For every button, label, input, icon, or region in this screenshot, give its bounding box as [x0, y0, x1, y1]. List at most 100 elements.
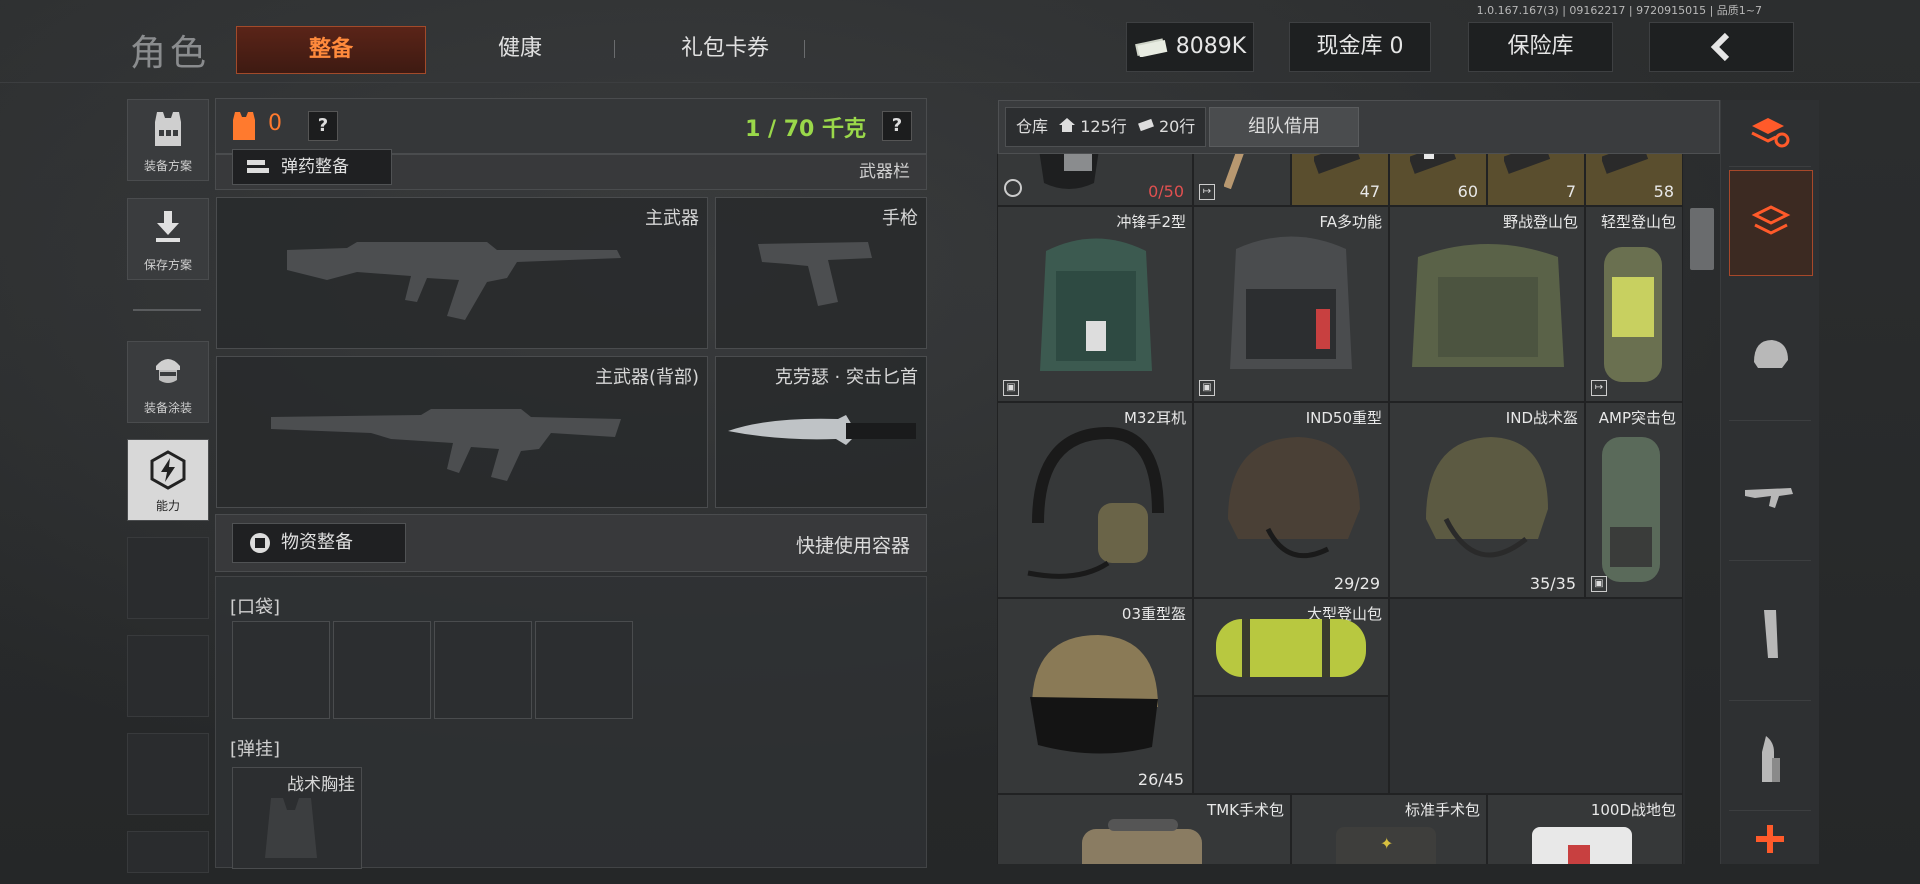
inventory-item[interactable]: M32耳机: [997, 402, 1193, 598]
inventory-item[interactable]: 7: [1487, 154, 1585, 206]
inventory-item[interactable]: 标准手术包 ✦: [1291, 794, 1487, 864]
inventory-item[interactable]: 冲锋手2型 ▣: [997, 206, 1193, 402]
rail-helmets[interactable]: [1729, 290, 1811, 421]
rail-all-items[interactable]: [1729, 170, 1813, 276]
knife-slot[interactable]: 克劳瑟 · 突击匕首: [715, 356, 927, 508]
vest-icon: [155, 112, 181, 146]
page-title: 角色: [130, 33, 211, 74]
rail-weapons[interactable]: [1729, 430, 1811, 561]
sidebar-empty-slot: [127, 733, 209, 815]
inventory-item[interactable]: IND50重型 29/29: [1193, 402, 1389, 598]
item-name: TMK手术包: [1207, 801, 1284, 819]
cash-vault-button[interactable]: 现金库 0: [1289, 22, 1431, 72]
rail-magazines[interactable]: [1729, 570, 1811, 701]
sidebar-empty-slot: [127, 537, 209, 619]
inventory-item[interactable]: 03重型盔 26/45: [997, 598, 1193, 794]
storage-grid: 0/50 ↦ 47 60 7 58 冲锋手2型 ▣ FA多功能 ▣ 野战登山包 …: [997, 154, 1685, 864]
sidebar-item-loadout[interactable]: 装备方案: [127, 99, 209, 181]
ammo-section-header: 弹药整备 武器栏: [215, 149, 927, 190]
inventory-item[interactable]: 47: [1291, 154, 1389, 206]
item-name: 标准手术包: [1404, 801, 1480, 819]
item-count: 47: [1359, 182, 1380, 201]
safe-box-button[interactable]: 保险库: [1468, 22, 1613, 72]
sidebar-empty-slot: [127, 635, 209, 717]
sidebar-divider: [133, 309, 201, 311]
ammo-box-icon: [1410, 154, 1457, 174]
pocket-slot[interactable]: [535, 621, 633, 719]
ammo-section-label: 弹药整备: [281, 157, 349, 177]
rifle-silhouette-icon: [287, 242, 621, 320]
weight-help-button[interactable]: ?: [882, 111, 912, 141]
medkit-icon: ✦: [1336, 827, 1436, 864]
supply-icon: [250, 533, 270, 553]
ability-icon: [150, 450, 186, 490]
primary-back-weapon-slot[interactable]: 主武器(背部): [216, 356, 708, 508]
bullet-icon: [1762, 736, 1780, 782]
primary-weapon-slot[interactable]: 主武器: [216, 197, 708, 349]
item-count: 35/35: [1529, 574, 1576, 593]
pocket-slot[interactable]: [434, 621, 532, 719]
sidebar-item-label: 保存方案: [143, 258, 192, 272]
inventory-item[interactable]: 轻型登山包 ↦: [1585, 206, 1683, 402]
item-tag-icon: ▣: [1591, 576, 1607, 592]
sidebar-empty-slot: [127, 831, 209, 873]
money-display: 8089K: [1126, 22, 1254, 72]
inventory-item[interactable]: 60: [1389, 154, 1487, 206]
item-count: 29/29: [1333, 574, 1380, 593]
inventory-item[interactable]: ↦: [1193, 154, 1291, 206]
pocket-slot[interactable]: [333, 621, 431, 719]
pockets-label: [口袋]: [230, 597, 281, 618]
inventory-item[interactable]: FA多功能 ▣: [1193, 206, 1389, 402]
inventory-item[interactable]: 58: [1585, 154, 1683, 206]
rig-slot[interactable]: 战术胸挂: [232, 767, 362, 869]
supply-section-button[interactable]: 物资整备: [232, 523, 406, 563]
sidebar-item-camo[interactable]: 装备涂装: [127, 341, 209, 423]
storage-info[interactable]: 仓库 125行 20行: [1005, 107, 1207, 147]
ammo-box-icon: [1602, 154, 1649, 174]
weapon-rack-label: 武器栏: [859, 162, 910, 182]
inventory-item[interactable]: 野战登山包: [1389, 206, 1585, 402]
inventory-item[interactable]: 大型登山包: [1193, 598, 1389, 696]
rail-ammo[interactable]: [1729, 710, 1811, 811]
inventory-item[interactable]: TMK手术包: [997, 794, 1291, 864]
back-button[interactable]: [1649, 22, 1794, 72]
item-count: 58: [1653, 182, 1674, 201]
inventory-item[interactable]: 0/50: [997, 154, 1193, 206]
item-count: 26/45: [1137, 770, 1184, 789]
inventory-item[interactable]: 100D战地包: [1487, 794, 1683, 864]
sidebar-item-ability[interactable]: 能力: [127, 439, 209, 521]
ammo-box-icon: [1504, 154, 1551, 174]
cash-icon: [1134, 38, 1168, 57]
chest-rig-icon: [265, 798, 317, 858]
tab-health[interactable]: 健康: [440, 26, 600, 72]
item-name: 03重型盔: [1121, 605, 1186, 623]
item-name: 野战登山包: [1502, 213, 1578, 231]
help-button[interactable]: ?: [308, 111, 338, 141]
inventory-item[interactable]: IND战术盔 35/35: [1389, 402, 1585, 598]
team-borrow-button[interactable]: 组队借用: [1209, 107, 1359, 147]
item-tag-icon: ▣: [1003, 380, 1019, 396]
rail-refresh[interactable]: [1729, 100, 1811, 167]
money-amount: 8089K: [1175, 34, 1247, 59]
version-text: 1.0.167.167(3) | 09162217 | 9720915015 |…: [1476, 4, 1762, 17]
rifle-icon: [1745, 488, 1793, 508]
pistol-silhouette-icon: [758, 242, 872, 306]
item-tag-icon: ↦: [1591, 380, 1607, 396]
tab-equipment[interactable]: 整备: [236, 26, 426, 74]
storage-scrollbar[interactable]: [1690, 208, 1714, 270]
ticket-icon: [1137, 118, 1154, 132]
large-backpack-icon: [1216, 619, 1366, 677]
pistol-slot[interactable]: 手枪: [715, 197, 927, 349]
sidebar-item-save[interactable]: 保存方案: [127, 198, 209, 280]
pocket-slot[interactable]: [232, 621, 330, 719]
helmet-icon: [1228, 437, 1360, 559]
tab-gift-cards[interactable]: 礼包卡券: [625, 26, 825, 72]
item-name: 轻型登山包: [1600, 213, 1676, 231]
helmet-visor-icon: [1030, 635, 1158, 754]
ammo-section-button[interactable]: 弹药整备: [232, 149, 392, 185]
item-name: AMP突击包: [1598, 409, 1676, 427]
rifle-back-silhouette-icon: [271, 409, 621, 481]
inventory-item[interactable]: AMP突击包 ▣: [1585, 402, 1683, 598]
rail-add[interactable]: [1729, 814, 1811, 864]
knife-icon: [728, 415, 916, 445]
